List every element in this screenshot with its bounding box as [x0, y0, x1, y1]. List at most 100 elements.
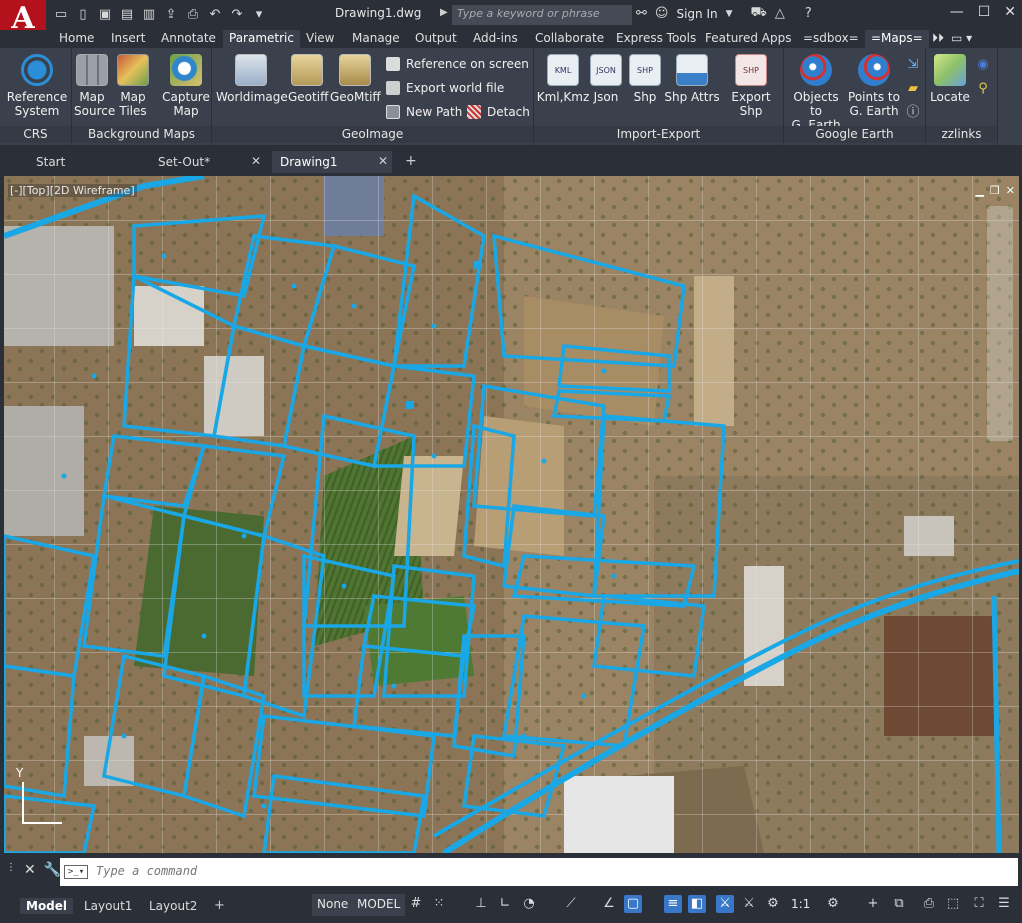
export-shp-button[interactable]: SHP Export Shp [720, 54, 782, 118]
tab-model[interactable]: Model [20, 898, 74, 914]
help-icon[interactable]: ? [805, 6, 812, 21]
ribbon-minimize-icon[interactable]: ▭ ▾ [945, 30, 978, 48]
viewport-close-icon[interactable]: ✕ [1006, 184, 1015, 197]
polar-tracking-icon[interactable]: ◔ [520, 895, 538, 913]
cart-icon[interactable]: ⛟ [751, 5, 767, 22]
undo-icon[interactable]: ↶ [206, 5, 224, 23]
tab-output[interactable]: Output [409, 30, 463, 48]
link-icon[interactable]: ◉ [974, 56, 992, 74]
tab-maps[interactable]: =Maps= [865, 30, 929, 48]
coordinates-icon[interactable]: ⇲ [904, 56, 922, 74]
viewport-restore-icon[interactable]: ❐ [990, 184, 1000, 197]
open-file-icon[interactable]: ▯ [74, 5, 92, 23]
viewport-controls-label[interactable]: [-][Top][2D Wireframe] [8, 184, 137, 197]
search-input[interactable]: Type a keyword or phrase [452, 5, 632, 25]
new-path-button[interactable]: New Path [386, 105, 462, 119]
map-source-button[interactable]: Map Source [74, 54, 115, 118]
transparency-icon[interactable]: ◧ [688, 895, 706, 913]
add-layout-icon[interactable]: + [214, 898, 225, 913]
customize-toolbar-icon[interactable]: ▾ [250, 5, 268, 23]
json-button[interactable]: JSON Json [590, 54, 622, 104]
close-command-icon[interactable]: ✕ [24, 862, 36, 878]
annotation-scale-icon[interactable]: ⚔ [716, 895, 734, 913]
tab-layout1[interactable]: Layout1 [78, 898, 138, 914]
isolate-objects-icon[interactable]: ⬚ [944, 895, 962, 913]
geomtiff-button[interactable]: GeoMtiff [330, 54, 381, 104]
tab-add-ins[interactable]: Add-ins [467, 30, 524, 48]
binoculars-icon[interactable]: ⚯ [636, 6, 647, 21]
connect-icon[interactable]: △ [775, 6, 785, 21]
user-icon[interactable]: ☺ [655, 6, 669, 21]
worldimage-button[interactable]: Worldimage [216, 54, 288, 104]
detach-button[interactable]: Detach [467, 105, 530, 119]
minimize-icon[interactable]: — [950, 4, 964, 20]
isometric-icon[interactable]: ⟋ [562, 895, 580, 913]
kml-kmz-button[interactable]: KML Kml,Kmz [536, 54, 590, 104]
model-space-button[interactable]: MODEL [352, 894, 406, 916]
navigation-bar[interactable] [987, 206, 1013, 441]
command-input[interactable]: >_▾ Type a command [60, 858, 1018, 886]
sign-in-button[interactable]: Sign In [676, 7, 717, 21]
shp-attrs-button[interactable]: Shp Attrs [664, 54, 720, 104]
publish-icon[interactable]: ▥ [140, 5, 158, 23]
doc-tab-set-out[interactable]: Set-Out* ✕ [150, 151, 265, 173]
close-tab-icon[interactable]: ✕ [251, 154, 261, 168]
auto-scale-icon[interactable]: ⚙ [764, 895, 782, 913]
search-expand-icon[interactable]: ▶ [440, 7, 448, 18]
ortho-icon[interactable]: ∟ [496, 895, 514, 913]
tab-collaborate[interactable]: Collaborate [529, 30, 610, 48]
tab-parametric[interactable]: Parametric [223, 30, 300, 48]
annotation-scale-button[interactable]: 1:1 [786, 894, 815, 916]
save-icon[interactable]: ▣ [96, 5, 114, 23]
export-world-file-button[interactable]: Export world file [386, 81, 504, 95]
customize-wrench-icon[interactable]: 🔧 [44, 862, 61, 878]
tab-featured-apps[interactable]: Featured Apps [699, 30, 797, 48]
shp-button[interactable]: SHP Shp [628, 54, 662, 104]
status-none-button[interactable]: None [312, 894, 354, 916]
doc-tab-start[interactable]: Start [28, 151, 138, 173]
tab-manage[interactable]: Manage [346, 30, 406, 48]
object-snap-icon[interactable]: ▢ [624, 895, 642, 913]
save-as-icon[interactable]: ▤ [118, 5, 136, 23]
info-icon[interactable]: ⓘ [904, 104, 922, 122]
workspace-gear-icon[interactable]: ⚙ [824, 895, 842, 913]
command-prompt-icon[interactable]: >_▾ [64, 865, 88, 879]
viewport-minimize-icon[interactable]: ▁ [975, 184, 983, 197]
grip-icon[interactable]: ⋮ [6, 862, 16, 878]
infer-constraints-icon[interactable]: ⊥ [472, 895, 490, 913]
print-icon[interactable]: ⎙ [184, 5, 202, 23]
tab-layout2[interactable]: Layout2 [143, 898, 203, 914]
objects-to-gearth-button[interactable]: Objects to G. Earth [786, 54, 846, 132]
tab-sdbox[interactable]: =sdbox= [797, 30, 865, 48]
units-icon[interactable]: ⧉ [890, 895, 908, 913]
close-icon[interactable]: ✕ [1004, 4, 1016, 20]
new-tab-icon[interactable]: + [405, 153, 417, 169]
pin-icon[interactable]: ⚲ [974, 80, 992, 98]
annotation-visibility-icon[interactable]: ⚔ [740, 895, 758, 913]
object-snap-tracking-icon[interactable]: ∠ [600, 895, 618, 913]
grid-icon[interactable]: # [407, 895, 425, 913]
signin-dropdown-icon[interactable]: ▼ [726, 9, 733, 19]
maximize-icon[interactable]: ☐ [978, 4, 991, 20]
lineweight-icon[interactable]: ≡ [664, 895, 682, 913]
points-to-gearth-button[interactable]: Points to G. Earth [846, 54, 902, 118]
customization-menu-icon[interactable]: ☰ [995, 895, 1013, 913]
capture-map-button[interactable]: Capture Map [162, 54, 210, 118]
tab-express-tools[interactable]: Express Tools [610, 30, 702, 48]
tab-insert[interactable]: Insert [105, 30, 151, 48]
geotiff-button[interactable]: Geotiff [288, 54, 328, 104]
snap-icon[interactable]: ⁙ [430, 895, 448, 913]
locate-button[interactable]: Locate [930, 54, 970, 104]
close-tab-icon[interactable]: ✕ [378, 154, 388, 168]
reference-system-button[interactable]: Reference System [4, 54, 70, 118]
annotation-monitor-icon[interactable]: + [864, 895, 882, 913]
tab-annotate[interactable]: Annotate [155, 30, 222, 48]
clean-screen-icon[interactable]: ⛶ [970, 895, 988, 913]
new-file-icon[interactable]: ▭ [52, 5, 70, 23]
tab-home[interactable]: Home [53, 30, 100, 48]
hardware-acceleration-icon[interactable]: ⎙ [920, 895, 938, 913]
reference-on-screen-button[interactable]: Reference on screen [386, 57, 529, 71]
tab-view[interactable]: View [300, 30, 340, 48]
folder-icon[interactable]: ▰ [904, 80, 922, 98]
redo-icon[interactable]: ↷ [228, 5, 246, 23]
